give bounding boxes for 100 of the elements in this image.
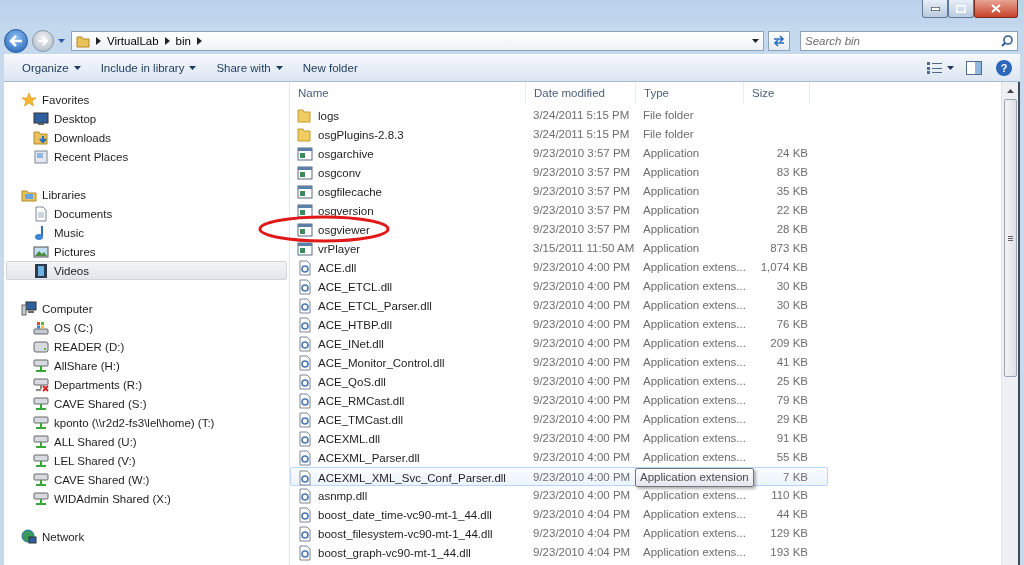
type-cell-text: Application extens... <box>642 450 745 465</box>
navigation-item[interactable]: Desktop <box>6 109 287 128</box>
file-name[interactable]: ACE_ETCL.dll <box>291 278 527 295</box>
navigation-item[interactable]: Favorites <box>6 90 287 109</box>
breadcrumb[interactable]: bin <box>175 35 191 47</box>
film-icon <box>33 262 49 279</box>
minimize-icon <box>930 6 940 11</box>
file-name[interactable]: osgarchive <box>291 145 527 162</box>
navigation-item[interactable]: Computer <box>6 299 287 318</box>
file-name[interactable]: ACE_QoS.dll <box>291 373 527 390</box>
navigation-item[interactable]: CAVE Shared (W:) <box>6 470 287 489</box>
size-cell-text: 30 KB <box>775 298 809 313</box>
file-name[interactable]: ACE_Monitor_Control.dll <box>291 354 527 371</box>
chevron-icon[interactable] <box>196 37 202 45</box>
toolbar-button[interactable]: Share with <box>208 59 291 77</box>
address-bar[interactable]: VirtualLab bin <box>71 31 764 51</box>
date-cell-text: 9/23/2010 3:57 PM <box>532 203 632 218</box>
navigation-item[interactable]: Music <box>6 223 287 242</box>
file-name[interactable]: ACE_HTBP.dll <box>291 316 527 333</box>
navigation-item[interactable]: Departments (R:) <box>6 375 287 394</box>
type-cell-text: Application extens... <box>642 317 745 332</box>
navigation-item[interactable]: Documents <box>6 204 287 223</box>
application-icon <box>297 202 313 219</box>
chevron-icon[interactable] <box>96 37 101 45</box>
navigation-item[interactable]: READER (D:) <box>6 337 287 356</box>
navigation-item[interactable]: OS (C:) <box>6 318 287 337</box>
column-header[interactable]: Type <box>636 82 744 104</box>
network-drive-icon <box>33 357 49 374</box>
type-cell-text: Application extens... <box>642 298 745 313</box>
toolbar-button[interactable]: Organize <box>14 59 89 77</box>
navigation-item[interactable]: kponto (\\r2d2-fs3\lel\home) (T:) <box>6 413 287 432</box>
toolbar-button[interactable]: Include in library <box>92 59 205 77</box>
date-cell-text: 9/23/2010 4:04 PM <box>532 507 632 522</box>
type-cell-text: Application extens... <box>642 545 745 560</box>
file-name[interactable]: vrPlayer <box>291 240 527 257</box>
application-icon <box>297 145 313 162</box>
forward-button[interactable] <box>32 30 54 52</box>
monitor-icon <box>33 110 49 127</box>
file-name[interactable]: ACE_ETCL_Parser.dll <box>291 297 527 314</box>
back-button[interactable] <box>4 29 28 53</box>
file-name[interactable]: boost_graph-vc90-mt-1_44.dll <box>291 544 527 561</box>
column-header[interactable]: Size <box>744 82 810 104</box>
close-button[interactable] <box>974 0 1018 18</box>
navigation-item[interactable]: WIDAdmin Shared (X:) <box>6 489 287 508</box>
size-cell-text: 30 KB <box>775 279 809 294</box>
minimize-button[interactable] <box>922 0 948 18</box>
navigation-item[interactable]: ALL Shared (U:) <box>6 432 287 451</box>
type-cell-text: Application extens... <box>642 355 745 370</box>
file-name[interactable]: asnmp.dll <box>291 487 527 504</box>
drive-icon <box>33 338 49 355</box>
date-cell-text: 9/23/2010 4:00 PM <box>532 412 632 427</box>
navigation-item[interactable]: Videos <box>6 261 287 280</box>
column-header[interactable]: Date modified <box>526 82 636 104</box>
breadcrumb[interactable]: VirtualLab <box>107 35 159 47</box>
size-cell-text: 29 KB <box>775 412 809 427</box>
network-drive-icon <box>33 471 49 488</box>
column-header[interactable]: Name <box>290 82 526 104</box>
refresh-button[interactable] <box>768 31 790 51</box>
navigation-item[interactable]: Network <box>6 527 287 546</box>
type-cell-text: Application extens... <box>642 488 745 503</box>
navigation-item[interactable]: Libraries <box>6 185 287 204</box>
size-cell-text: 79 KB <box>775 393 809 408</box>
file-name[interactable]: osgPlugins-2.8.3 <box>291 126 527 143</box>
navigation-item[interactable]: CAVE Shared (S:) <box>6 394 287 413</box>
help-button[interactable]: ? <box>996 60 1012 76</box>
size-cell-text: 28 KB <box>775 222 809 237</box>
navigation-item[interactable]: Recent Places <box>6 147 287 166</box>
chevron-icon[interactable] <box>164 37 170 45</box>
file-name[interactable]: osgviewer <box>291 221 527 238</box>
file-name[interactable]: osgfilecache <box>291 183 527 200</box>
date-cell-text: 9/23/2010 4:00 PM <box>532 355 632 370</box>
navigation-item[interactable]: AllShare (H:) <box>6 356 287 375</box>
file-name[interactable]: ACE.dll <box>291 259 527 276</box>
scroll-bar[interactable] <box>1001 82 1018 565</box>
file-name[interactable]: ACE_TMCast.dll <box>291 411 527 428</box>
caret-icon[interactable] <box>752 39 759 43</box>
search-icon[interactable] <box>1001 35 1013 47</box>
file-name[interactable]: ACEXML_XML_Svc_Conf_Parser.dll <box>291 469 527 486</box>
navigation-item[interactable]: Downloads <box>6 128 287 147</box>
maximize-button[interactable] <box>948 0 974 18</box>
scroll-thumb[interactable] <box>1003 99 1017 377</box>
navigation-item[interactable]: LEL Shared (V:) <box>6 451 287 470</box>
date-cell-text: 3/24/2011 5:15 PM <box>532 108 631 123</box>
file-name[interactable]: logs <box>291 107 527 124</box>
scroll-up-icon[interactable] <box>1006 88 1014 93</box>
file-name[interactable]: osgversion <box>291 202 527 219</box>
navigation-item[interactable]: Pictures <box>6 242 287 261</box>
file-name[interactable]: ACE_INet.dll <box>291 335 527 352</box>
toolbar-button[interactable]: New folder <box>294 59 366 77</box>
file-name[interactable]: ACEXML.dll <box>291 430 527 447</box>
file-name[interactable]: osgconv <box>291 164 527 181</box>
globe-icon <box>21 528 37 545</box>
file-name[interactable]: boost_date_time-vc90-mt-1_44.dll <box>291 506 527 523</box>
type-cell-text: Application extens... <box>642 507 745 522</box>
file-name[interactable]: ACE_RMCast.dll <box>291 392 527 409</box>
search-field[interactable]: Search bin <box>800 31 1018 51</box>
file-name[interactable]: ACEXML_Parser.dll <box>291 449 527 466</box>
size-cell-text: 44 KB <box>775 507 809 522</box>
maximize-icon <box>956 4 966 13</box>
file-name[interactable]: boost_filesystem-vc90-mt-1_44.dll <box>291 525 527 542</box>
